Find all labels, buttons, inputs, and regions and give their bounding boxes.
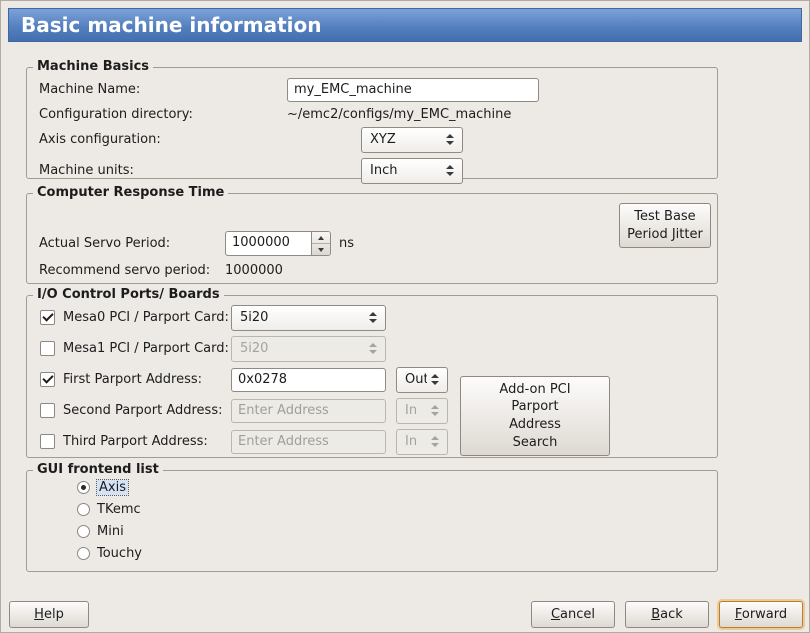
machine-units-select[interactable]: Inch — [361, 158, 463, 184]
axis-config-row: Axis configuration: XYZ — [27, 126, 717, 153]
chevron-updown-icon — [427, 436, 442, 447]
chevron-updown-icon — [365, 312, 380, 323]
first-parport-label: First Parport Address: — [63, 372, 231, 387]
third-parport-label: Third Parport Address: — [63, 434, 231, 449]
config-dir-label: Configuration directory: — [39, 107, 287, 122]
mini-radio[interactable] — [77, 525, 90, 538]
response-time-frame-label: Computer Response Time — [33, 185, 228, 200]
mesa0-card-select[interactable]: 5i20 — [231, 305, 386, 331]
chevron-updown-icon — [427, 374, 442, 385]
mesa1-card-value: 5i20 — [232, 341, 365, 356]
io-ports-frame-label: I/O Control Ports/ Boards — [33, 287, 224, 302]
forward-button[interactable]: Forward — [719, 601, 803, 628]
second-parport-direction-select: In — [396, 398, 448, 424]
first-parport-checkbox[interactable] — [40, 372, 55, 387]
chevron-updown-icon — [365, 343, 380, 354]
first-parport-address-input[interactable] — [231, 368, 386, 392]
tkemc-radio[interactable] — [77, 503, 90, 516]
chevron-updown-icon — [442, 165, 457, 176]
second-parport-checkbox[interactable] — [40, 403, 55, 418]
mesa1-card-select: 5i20 — [231, 336, 386, 362]
mesa1-checkbox[interactable] — [40, 341, 55, 356]
third-parport-row: Third Parport Address: In — [27, 426, 717, 457]
axis-config-value: XYZ — [362, 132, 442, 147]
machine-name-label: Machine Name: — [39, 82, 287, 97]
wizard-window: Basic machine information Machine Basics… — [0, 0, 810, 633]
axis-config-label: Axis configuration: — [39, 132, 287, 147]
back-button-label: Back — [651, 607, 683, 622]
machine-units-label: Machine units: — [39, 163, 287, 178]
machine-basics-frame: Machine Basics Machine Name: Configurati… — [26, 67, 718, 179]
gui-option-tkemc[interactable]: TKemc — [27, 498, 717, 520]
first-parport-row: First Parport Address: Out — [27, 364, 717, 395]
third-parport-direction-value: In — [397, 434, 427, 449]
gui-option-axis[interactable]: Axis — [27, 476, 717, 498]
mesa0-checkbox[interactable] — [40, 310, 55, 325]
gui-option-mini[interactable]: Mini — [27, 520, 717, 542]
servo-period-row: Actual Servo Period: 1000000 ns — [27, 230, 717, 257]
chevron-updown-icon — [442, 134, 457, 145]
axis-radio-label[interactable]: Axis — [97, 480, 128, 495]
machine-units-row: Machine units: Inch — [27, 157, 717, 184]
second-parport-address-input — [231, 399, 386, 423]
page-title: Basic machine information — [21, 13, 322, 37]
servo-period-value: 1000000 — [226, 232, 311, 255]
response-time-frame: Computer Response Time Test Base Period … — [26, 193, 718, 284]
touchy-radio[interactable] — [77, 547, 90, 560]
servo-period-spinner[interactable]: 1000000 — [225, 231, 331, 256]
test-button-line2: Period Jitter — [627, 226, 703, 244]
gui-option-touchy[interactable]: Touchy — [27, 542, 717, 564]
touchy-radio-label[interactable]: Touchy — [97, 546, 142, 561]
addon-button-line3: Address — [509, 416, 561, 434]
servo-period-unit: ns — [339, 236, 354, 251]
gui-frontend-frame-label: GUI frontend list — [33, 462, 163, 477]
second-parport-row: Second Parport Address: In — [27, 395, 717, 426]
cancel-button-label: Cancel — [551, 607, 595, 622]
test-base-period-jitter-button[interactable]: Test Base Period Jitter — [619, 203, 711, 248]
mesa0-card-value: 5i20 — [232, 310, 365, 325]
forward-button-label: Forward — [735, 607, 787, 622]
cancel-button[interactable]: Cancel — [531, 601, 615, 628]
addon-button-line1: Add-on PCI — [499, 381, 570, 399]
addon-button-line2: Parport — [511, 398, 558, 416]
addon-pci-parport-search-button[interactable]: Add-on PCI Parport Address Search — [460, 376, 610, 456]
machine-name-row: Machine Name: — [27, 76, 717, 103]
spin-up-icon[interactable] — [312, 232, 330, 244]
mesa0-row: Mesa0 PCI / Parport Card: 5i20 — [27, 302, 717, 333]
page-title-banner: Basic machine information — [8, 8, 802, 42]
mini-radio-label[interactable]: Mini — [97, 524, 124, 539]
recommend-period-value: 1000000 — [225, 263, 283, 278]
mesa1-row: Mesa1 PCI / Parport Card: 5i20 — [27, 333, 717, 364]
back-button[interactable]: Back — [625, 601, 709, 628]
first-parport-direction-select[interactable]: Out — [396, 367, 448, 393]
addon-button-line4: Search — [513, 434, 558, 452]
machine-name-input[interactable] — [287, 78, 539, 102]
test-button-line1: Test Base — [634, 208, 695, 226]
second-parport-direction-value: In — [397, 403, 427, 418]
third-parport-direction-select: In — [396, 429, 448, 455]
axis-radio[interactable] — [77, 481, 90, 494]
first-parport-direction-value: Out — [397, 372, 427, 387]
recommend-period-row: Recommend servo period: 1000000 — [27, 259, 717, 281]
machine-basics-frame-label: Machine Basics — [33, 59, 153, 74]
third-parport-address-input — [231, 430, 386, 454]
second-parport-label: Second Parport Address: — [63, 403, 231, 418]
mesa0-label: Mesa0 PCI / Parport Card: — [63, 310, 231, 325]
mesa1-label: Mesa1 PCI / Parport Card: — [63, 341, 231, 356]
help-button-label: Help — [34, 607, 64, 622]
tkemc-radio-label[interactable]: TKemc — [97, 502, 141, 517]
io-ports-frame: I/O Control Ports/ Boards Mesa0 PCI / Pa… — [26, 295, 718, 458]
axis-config-select[interactable]: XYZ — [361, 127, 463, 153]
spinner-buttons — [311, 232, 330, 255]
servo-period-label: Actual Servo Period: — [39, 236, 225, 251]
gui-frontend-frame: GUI frontend list Axis TKemc Mini Touchy — [26, 470, 718, 572]
config-dir-value: ~/emc2/configs/my_EMC_machine — [287, 107, 511, 122]
help-button[interactable]: Help — [9, 601, 89, 628]
spin-down-icon[interactable] — [312, 244, 330, 255]
recommend-period-label: Recommend servo period: — [39, 263, 225, 278]
chevron-updown-icon — [427, 405, 442, 416]
third-parport-checkbox[interactable] — [40, 434, 55, 449]
machine-units-value: Inch — [362, 163, 442, 178]
config-dir-row: Configuration directory: ~/emc2/configs/… — [27, 103, 717, 126]
